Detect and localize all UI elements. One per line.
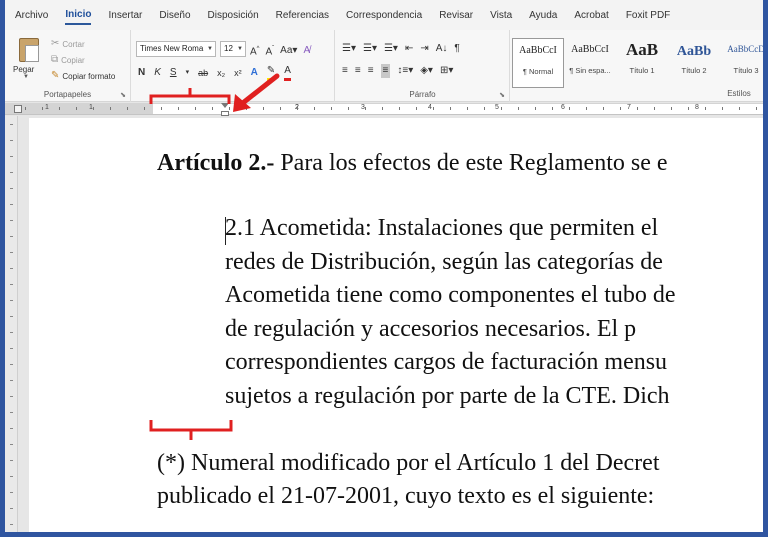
arrow-annotation [236,73,280,109]
indent-bracket-annotation [149,420,233,432]
word-window: Archivo Inicio Insertar Diseño Disposición Re… [0,0,768,537]
ruler-bracket-annotation [149,94,231,104]
annotation-overlay [149,73,280,440]
